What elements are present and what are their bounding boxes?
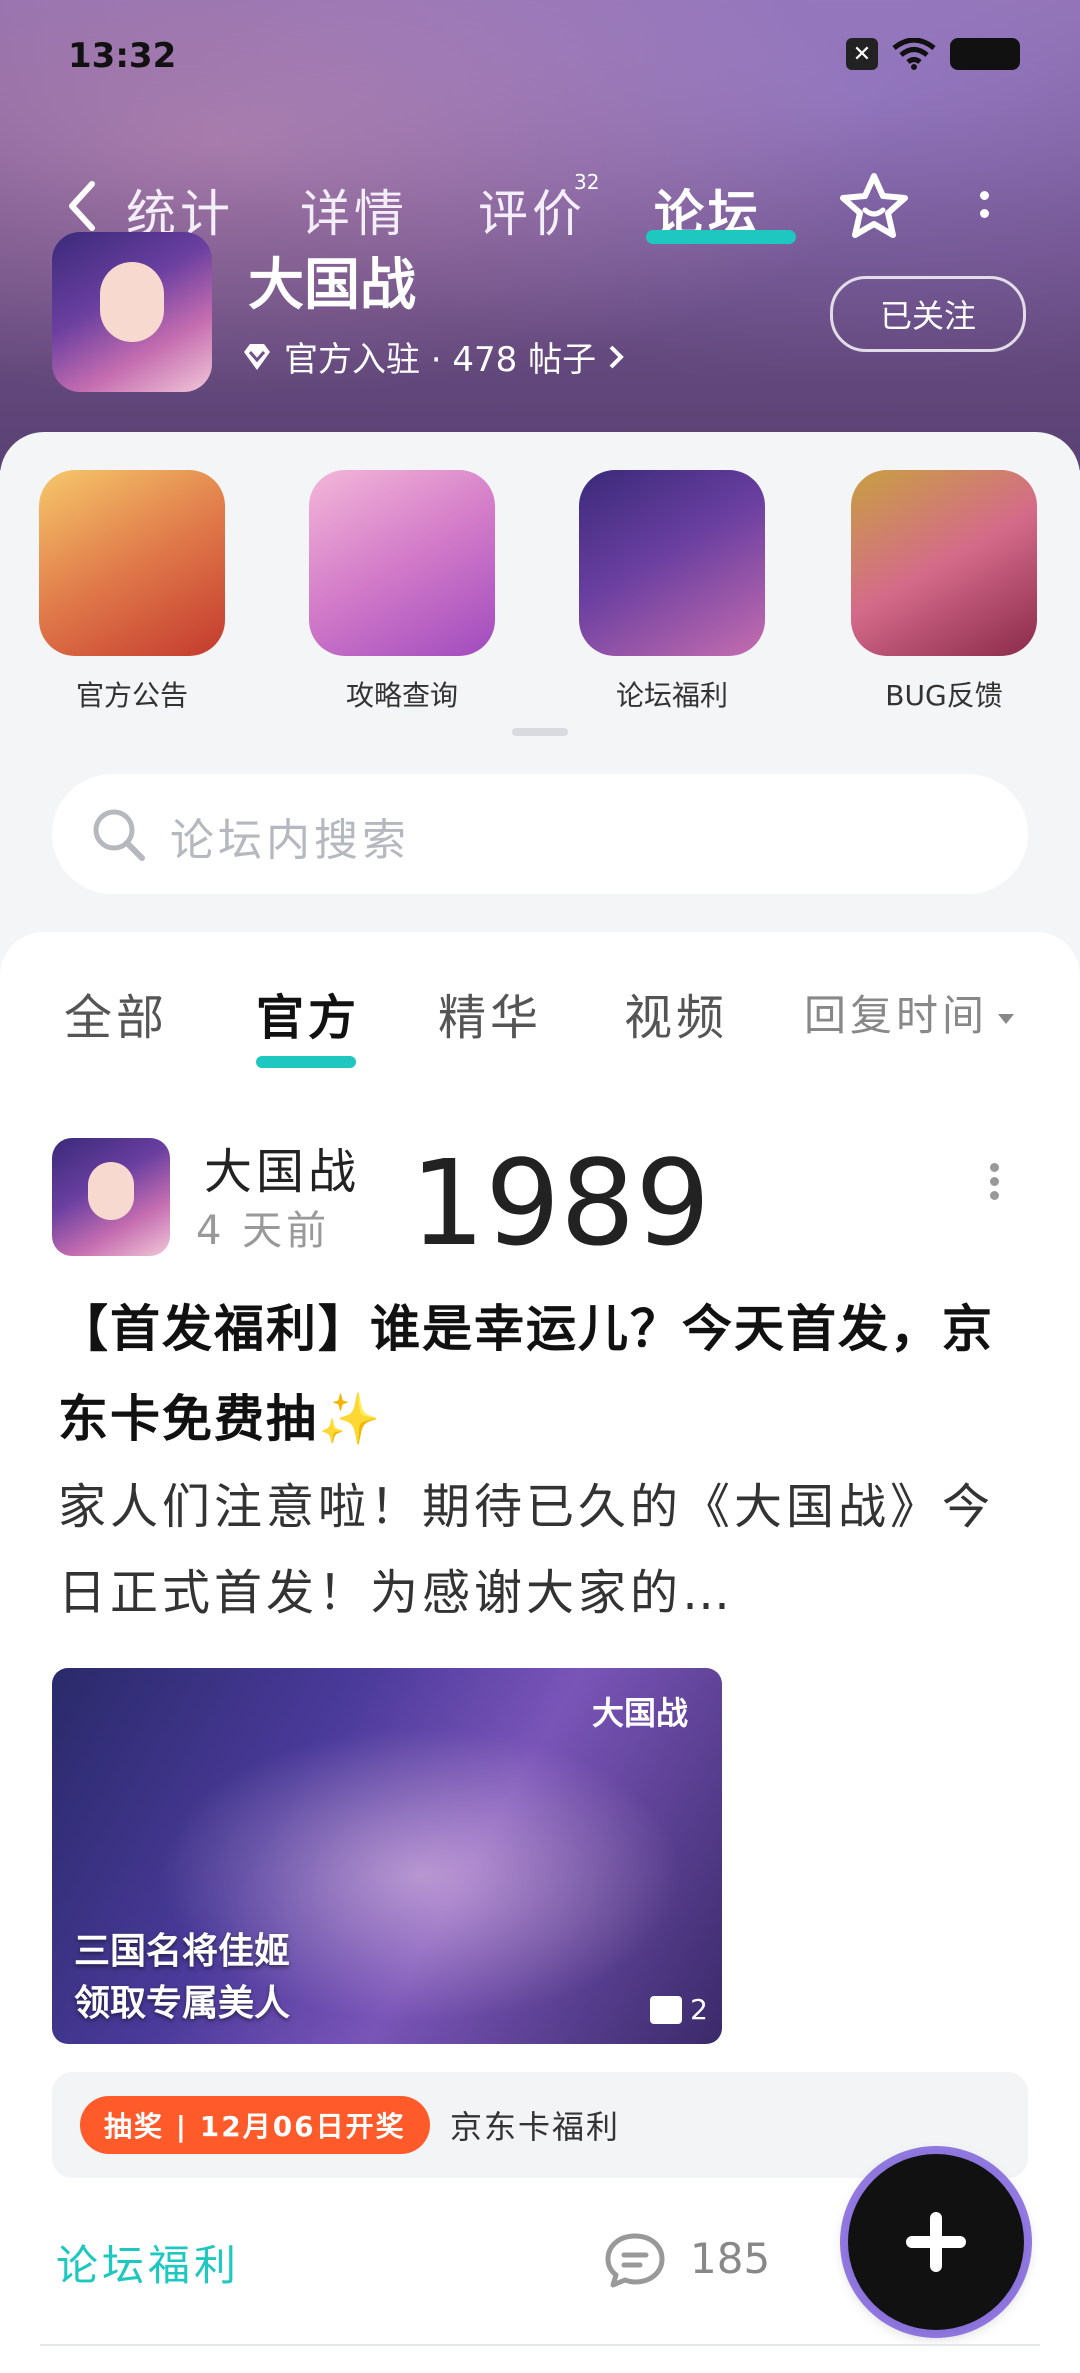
comment-count: 185 — [690, 2234, 771, 2283]
filter-tab-video[interactable]: 视频 — [624, 978, 728, 1048]
quick-entry-bug-report[interactable]: BUG反馈 — [844, 470, 1044, 714]
post-more-icon[interactable] — [988, 1158, 1000, 1208]
more-options-icon[interactable] — [974, 182, 994, 232]
post-title[interactable]: 【首发福利】谁是幸运儿？今天首发，京东卡免费抽✨ — [58, 1284, 1018, 1464]
author-name[interactable]: 大国战 — [204, 1132, 360, 1202]
game-info: 大国战 官方入驻 · 478 帖子 已关注 — [52, 232, 1032, 392]
game-icon — [52, 232, 212, 392]
follow-button[interactable]: 已关注 — [830, 276, 1026, 352]
divider — [40, 2344, 1040, 2346]
back-icon[interactable] — [62, 176, 102, 236]
game-name: 大国战 — [248, 253, 416, 318]
banner-text-line2: 领取专属美人 — [74, 1983, 291, 2024]
status-time: 13:32 — [68, 36, 177, 76]
quick-entry-welfare[interactable]: 论坛福利 — [572, 470, 772, 714]
filter-tab-official[interactable]: 官方 — [256, 978, 360, 1048]
post-excerpt[interactable]: 家人们注意啦！期待已久的《大国战》今日正式首发！为感谢大家的… — [58, 1464, 1018, 1636]
forum-panel: 官方公告 攻略查询 论坛福利 BUG反馈 论坛内搜索 全部 官方 精华 视频 回… — [0, 432, 1080, 2373]
filter-tab-all[interactable]: 全部 — [64, 978, 168, 1048]
reviews-count-badge: 32 — [574, 170, 600, 194]
sort-dropdown[interactable]: 回复时间 — [804, 982, 1015, 1043]
forum-tag[interactable]: 论坛福利 — [56, 2232, 240, 2293]
chevron-right-icon — [609, 345, 624, 368]
quick-entry-label: 攻略查询 — [345, 679, 458, 712]
game-meta-text: 官方入驻 · 478 帖子 — [284, 340, 597, 380]
active-filter-indicator — [256, 1056, 356, 1068]
create-post-button[interactable] — [848, 2154, 1024, 2330]
bug-report-image — [851, 470, 1037, 656]
comment-icon[interactable] — [602, 2230, 668, 2290]
lottery-bar[interactable]: 抽奖 | 12月06日开奖 京东卡福利 — [52, 2072, 1028, 2178]
image-count-value: 2 — [690, 1993, 708, 2026]
author-avatar[interactable] — [52, 1138, 170, 1256]
sort-label: 回复时间 — [804, 991, 989, 1040]
lottery-tag: 抽奖 | 12月06日开奖 — [80, 2096, 430, 2154]
filter-tab-featured[interactable]: 精华 — [438, 978, 542, 1048]
post-image[interactable]: 大国战 三国名将佳姬 领取专属美人 2 — [52, 1668, 722, 2044]
lottery-text: 京东卡福利 — [450, 2108, 621, 2146]
guides-image — [309, 470, 495, 656]
game-meta[interactable]: 官方入驻 · 478 帖子 — [240, 332, 626, 381]
quick-entry-label: 官方公告 — [75, 679, 188, 712]
game-header: 13:32 ✕ 统计 详情 评价 32 论坛 大国战 官方入驻 · 478 帖子… — [0, 0, 1080, 470]
scroll-handle — [512, 728, 568, 736]
image-count: 2 — [650, 1993, 708, 2026]
battery-icon — [950, 38, 1020, 70]
image-icon — [650, 1995, 683, 2024]
quick-entry-guides[interactable]: 攻略查询 — [302, 470, 502, 714]
filter-tabs: 全部 官方 精华 视频 回复时间 — [0, 968, 1080, 1068]
search-placeholder: 论坛内搜索 — [170, 815, 410, 866]
post-time: 4 天前 — [196, 1208, 331, 1254]
diamond-icon — [244, 343, 270, 370]
wifi-icon — [892, 38, 936, 70]
post-number: 1989 — [410, 1134, 711, 1272]
welfare-image — [579, 470, 765, 656]
notification-icon: ✕ — [846, 38, 878, 70]
quick-entry-announcement[interactable]: 官方公告 — [32, 470, 232, 714]
search-icon — [93, 809, 145, 861]
quick-entry-label: BUG反馈 — [885, 679, 1003, 712]
status-bar: 13:32 ✕ — [68, 30, 1020, 80]
quick-entries: 官方公告 攻略查询 论坛福利 BUG反馈 — [0, 470, 1080, 712]
banner-text-line1: 三国名将佳姬 — [74, 1931, 291, 1972]
forum-search[interactable]: 论坛内搜索 — [52, 774, 1028, 894]
caret-down-icon — [998, 1013, 1015, 1024]
quick-entry-label: 论坛福利 — [615, 679, 728, 712]
banner-brand: 大国战 — [592, 1694, 689, 1732]
announcement-image — [39, 470, 225, 656]
